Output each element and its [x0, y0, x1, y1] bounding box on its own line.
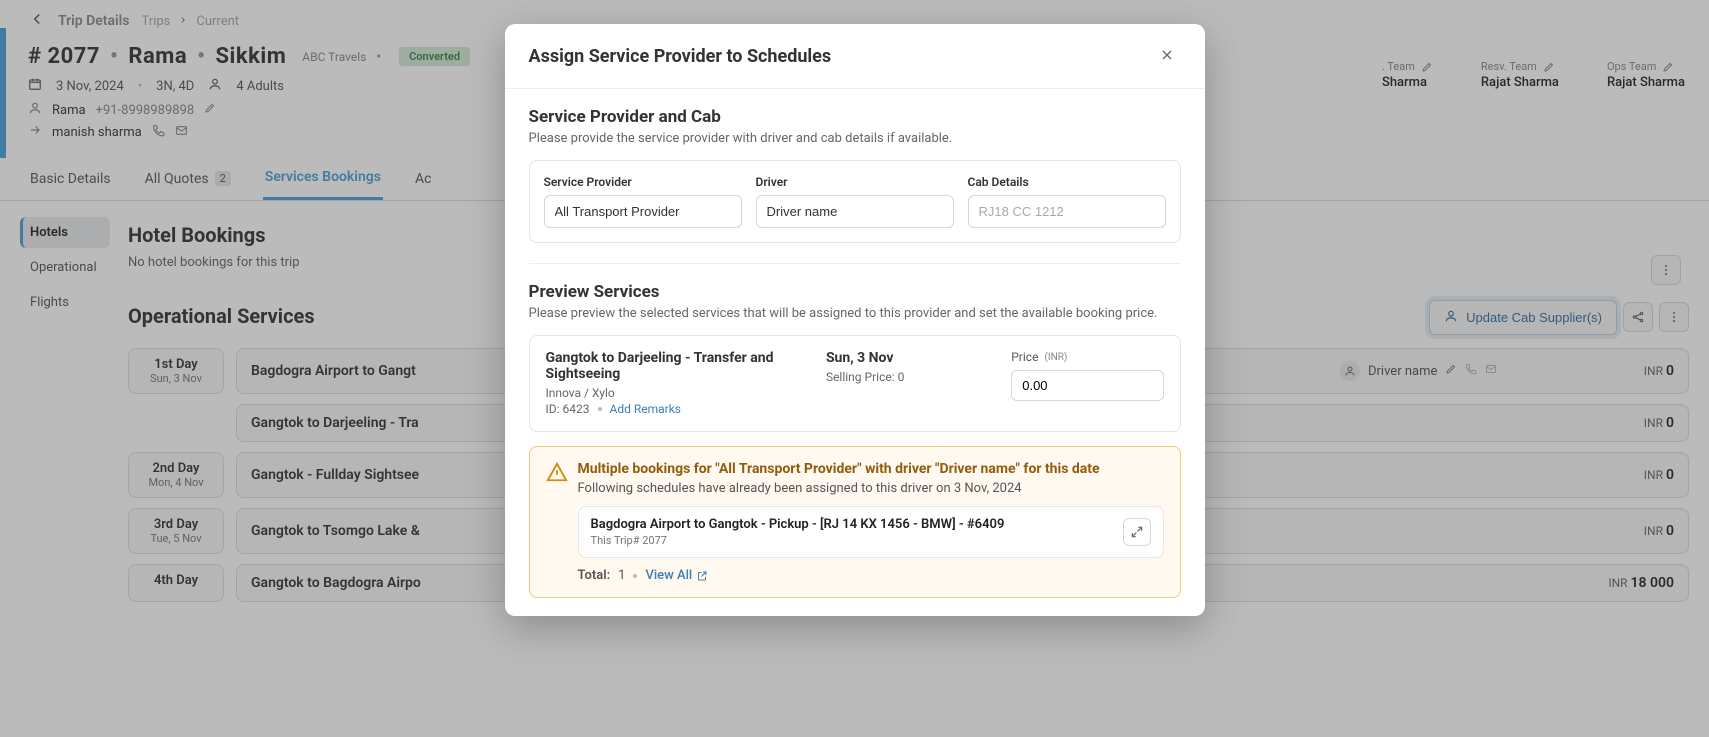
section-provider-sub: Please provide the service provider with… — [529, 131, 1181, 146]
external-link-icon — [696, 570, 708, 582]
service-provider-label: Service Provider — [544, 175, 742, 189]
section-preview-sub: Please preview the selected services tha… — [529, 306, 1181, 321]
preview-date: Sun, 3 Nov — [826, 350, 997, 366]
assign-provider-modal: Assign Service Provider to Schedules Ser… — [505, 24, 1205, 616]
schedule-name: Bagdogra Airport to Gangtok - Pickup - [… — [591, 517, 1005, 532]
preview-service-card: Gangtok to Darjeeling - Transfer and Sig… — [529, 335, 1181, 432]
expand-button[interactable] — [1123, 518, 1151, 546]
cab-details-input[interactable] — [968, 195, 1166, 228]
section-preview-title: Preview Services — [529, 282, 1181, 302]
cab-details-label: Cab Details — [968, 175, 1166, 189]
warning-panel: Multiple bookings for "All Transport Pro… — [529, 446, 1181, 598]
expand-icon — [1130, 525, 1144, 539]
view-all-link[interactable]: View All — [645, 568, 708, 583]
section-provider-title: Service Provider and Cab — [529, 107, 1181, 127]
close-icon — [1159, 47, 1175, 63]
preview-selling: Selling Price: 0 — [826, 370, 997, 384]
preview-service-name: Gangtok to Darjeeling - Transfer and Sig… — [546, 350, 812, 382]
conflicting-schedule-item: Bagdogra Airport to Gangtok - Pickup - [… — [578, 506, 1164, 558]
warning-subtitle: Following schedules have already been as… — [578, 481, 1164, 496]
warning-title: Multiple bookings for "All Transport Pro… — [578, 461, 1164, 477]
modal-title: Assign Service Provider to Schedules — [529, 46, 832, 67]
price-input[interactable] — [1011, 370, 1163, 401]
price-label: Price — [1011, 350, 1038, 364]
driver-label: Driver — [756, 175, 954, 189]
price-currency: (INR) — [1044, 352, 1067, 363]
add-remarks-link[interactable]: Add Remarks — [610, 402, 682, 416]
service-provider-input[interactable] — [544, 195, 742, 228]
modal-overlay: Assign Service Provider to Schedules Ser… — [0, 0, 1709, 737]
driver-input[interactable] — [756, 195, 954, 228]
warning-icon — [546, 461, 568, 487]
total-label: Total: — [578, 568, 611, 583]
preview-id: ID: 6423 — [546, 402, 590, 416]
preview-vehicle: Innova / Xylo — [546, 386, 812, 400]
total-count: 1 — [618, 568, 625, 583]
close-button[interactable] — [1153, 42, 1181, 70]
schedule-trip: This Trip# 2077 — [591, 534, 1005, 547]
